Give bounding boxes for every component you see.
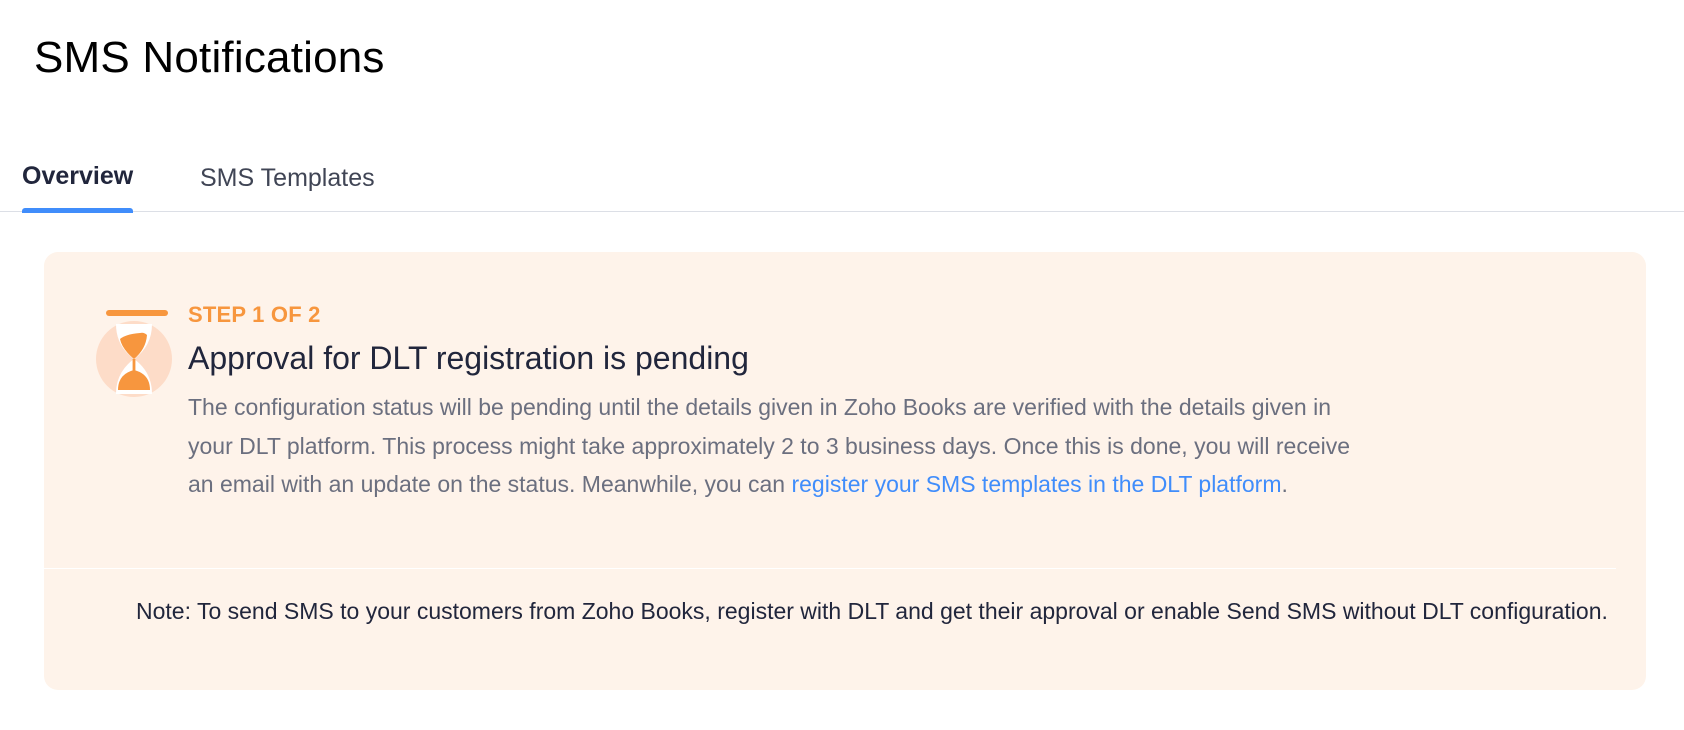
card-description: The configuration status will be pending… [188,388,1378,504]
card-divider [44,568,1616,569]
dlt-note: Note: To send SMS to your customers from… [136,598,1608,624]
dlt-status-card: STEP 1 OF 2 Approval for DLT registratio… [44,252,1646,690]
card-title: Approval for DLT registration is pending [188,340,749,376]
tab-bar: Overview SMS Templates [0,152,1684,213]
hourglass-icon [96,310,172,397]
description-end: . [1281,471,1288,497]
page-title: SMS Notifications [34,33,385,82]
register-templates-link[interactable]: register your SMS templates in the DLT p… [791,471,1281,497]
page: SMS Notifications Overview SMS Templates… [0,0,1684,730]
step-indicator: STEP 1 OF 2 [188,302,321,327]
tab-sms-templates[interactable]: SMS Templates [200,152,375,212]
tab-overview[interactable]: Overview [22,152,134,213]
